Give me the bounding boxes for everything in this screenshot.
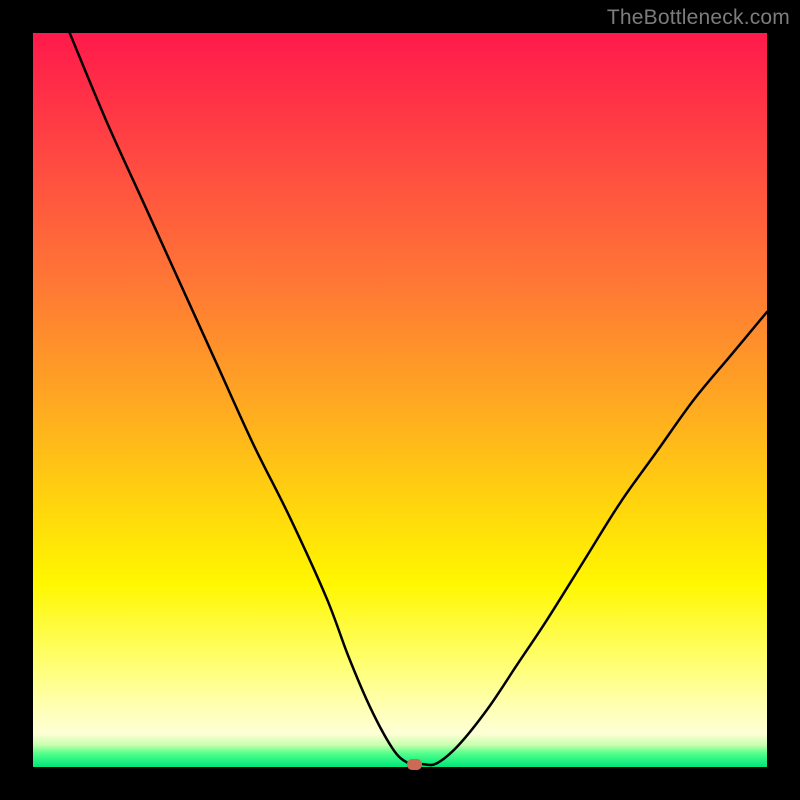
bottleneck-curve (33, 33, 767, 767)
watermark-text: TheBottleneck.com (607, 6, 790, 30)
chart-frame: TheBottleneck.com (0, 0, 800, 800)
minimum-marker (407, 759, 422, 770)
plot-area (33, 33, 767, 767)
